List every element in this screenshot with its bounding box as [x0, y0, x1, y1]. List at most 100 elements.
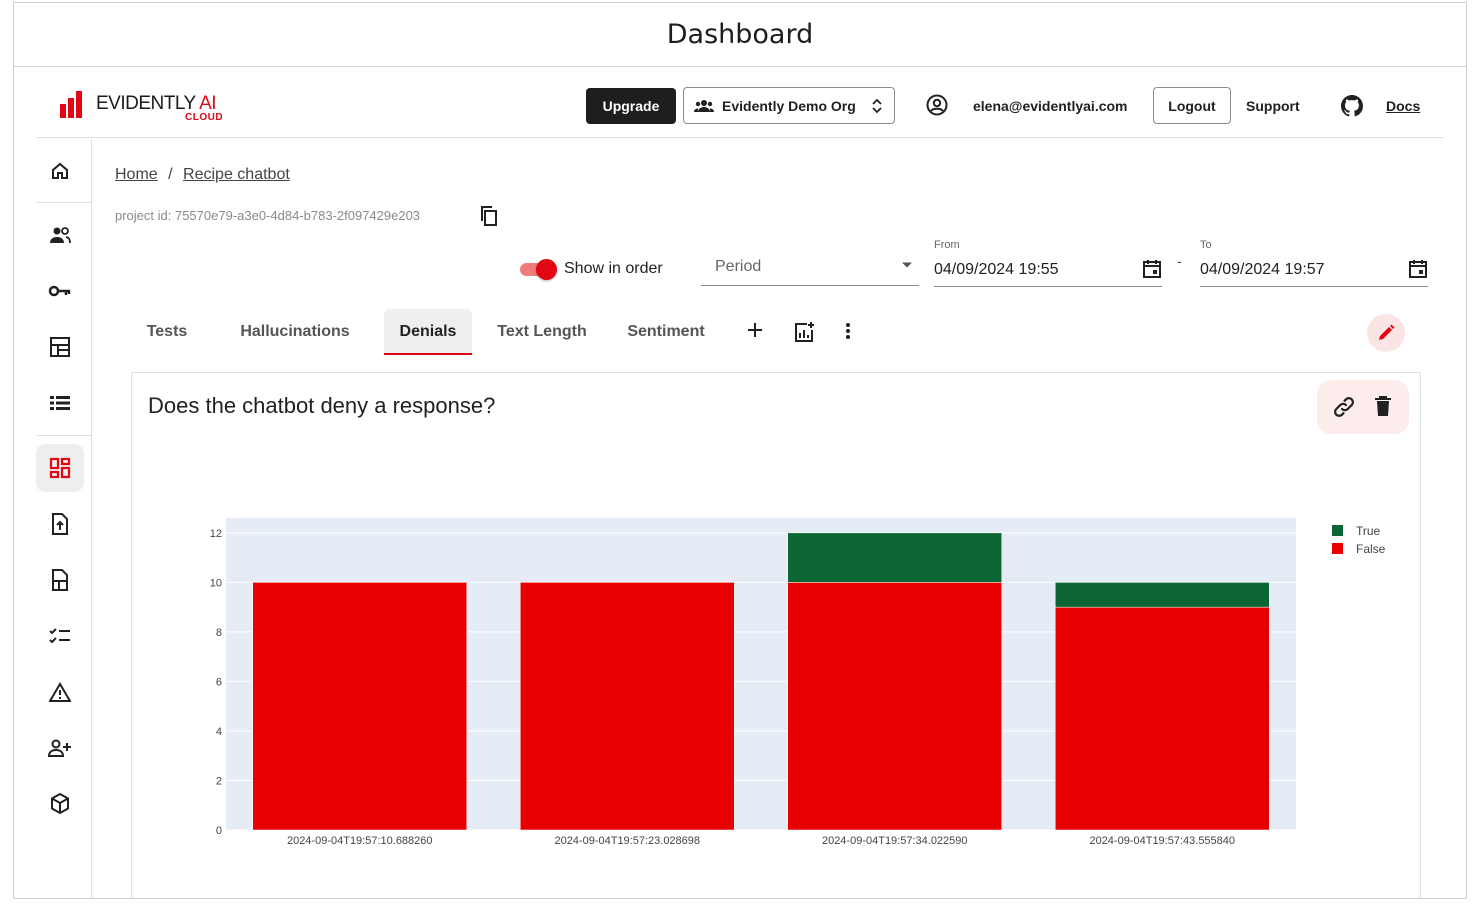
y-tick-label: 4	[216, 726, 222, 738]
bar-true	[787, 532, 1002, 583]
datasets-icon	[52, 569, 68, 591]
unfold-icon	[872, 98, 882, 113]
tab-denials[interactable]: Denials	[384, 309, 472, 355]
add-tab-icon[interactable]	[746, 321, 764, 339]
bar-false	[252, 582, 467, 831]
layout-icon	[50, 337, 70, 357]
sidebar-item-keys[interactable]	[36, 267, 84, 315]
breadcrumb-home[interactable]: Home	[115, 166, 158, 183]
to-date-field[interactable]: To 04/09/2024 19:57	[1200, 235, 1428, 287]
from-label: From	[934, 239, 960, 251]
team-icon	[694, 99, 714, 112]
period-placeholder: Period	[715, 258, 762, 275]
y-tick-label: 6	[216, 676, 222, 688]
edit-dashboard-button[interactable]	[1367, 314, 1405, 352]
period-select[interactable]: Period	[701, 249, 919, 286]
sidebar-item-users[interactable]	[36, 211, 84, 259]
bar-false	[787, 582, 1002, 831]
tab-hallucinations[interactable]: Hallucinations	[227, 309, 363, 355]
copy-icon[interactable]	[480, 206, 498, 226]
from-date-field[interactable]: From 04/09/2024 19:55	[934, 235, 1162, 287]
pencil-icon	[1379, 324, 1395, 340]
sidebar-item-packages[interactable]	[36, 780, 84, 828]
dashboard-icon	[49, 457, 71, 479]
logo-sub: CLOUD	[185, 112, 224, 123]
y-tick-label: 8	[216, 627, 222, 639]
main-content: Home / Recipe chatbot project id: 75570e…	[93, 139, 1466, 898]
breadcrumb: Home / Recipe chatbot	[115, 166, 290, 184]
x-tick-label: 2024-09-04T19:57:23.028698	[554, 835, 700, 847]
panel-title: Does the chatbot deny a response?	[148, 393, 496, 418]
breadcrumb-separator: /	[168, 166, 173, 183]
top-header: EVIDENTLY AI CLOUD Upgrade Evidently Dem…	[36, 68, 1444, 138]
add-user-icon	[48, 739, 71, 757]
y-tick-label: 12	[210, 528, 222, 540]
users-icon	[50, 227, 71, 244]
checklist-icon	[49, 628, 70, 644]
add-chart-icon[interactable]	[793, 321, 815, 343]
link-icon[interactable]	[1332, 395, 1356, 419]
window-title: Dashboard	[14, 3, 1466, 67]
y-tick-label: 2	[216, 775, 222, 787]
delete-icon[interactable]	[1374, 395, 1392, 417]
sidebar-item-dashboards[interactable]	[36, 444, 84, 492]
bar-false	[1055, 606, 1270, 831]
y-tick-label: 0	[216, 825, 222, 837]
dropdown-arrow-icon	[902, 262, 912, 268]
tab-text-length[interactable]: Text Length	[491, 309, 593, 355]
to-label: To	[1200, 239, 1212, 251]
legend-label: True	[1356, 524, 1381, 538]
legend-swatch	[1332, 525, 1343, 536]
breadcrumb-project[interactable]: Recipe chatbot	[183, 166, 290, 183]
account-icon[interactable]	[926, 94, 948, 116]
warning-icon	[49, 682, 71, 702]
date-range-separator: -	[1177, 253, 1182, 269]
to-date-value: 04/09/2024 19:57	[1200, 261, 1325, 278]
denials-bar-chart: 0 2 4 6 8 10 12 2024-09-04T19:57:10.688260 2024-…	[210, 518, 1386, 847]
sidebar	[36, 139, 92, 898]
y-tick-label: 10	[210, 577, 222, 589]
org-name: Evidently Demo Org	[722, 97, 856, 114]
org-select[interactable]: Evidently Demo Org	[683, 87, 895, 124]
key-icon	[48, 285, 71, 297]
calendar-icon[interactable]	[1408, 259, 1428, 279]
sidebar-item-layout[interactable]	[36, 323, 84, 371]
sidebar-item-alerts[interactable]	[36, 668, 84, 716]
calendar-icon[interactable]	[1142, 259, 1162, 279]
panel-actions	[1317, 380, 1409, 434]
upload-file-icon	[52, 513, 68, 535]
bar-true	[1055, 582, 1270, 608]
show-in-order-label: Show in order	[564, 260, 663, 277]
x-tick-label: 2024-09-04T19:57:10.688260	[287, 835, 433, 847]
legend-swatch	[1332, 543, 1343, 554]
legend-label: False	[1356, 542, 1386, 556]
list-icon	[50, 396, 70, 410]
user-email: elena@evidentlyai.com	[973, 98, 1128, 114]
app-window: Dashboard EVIDENTLY AI CLOUD Upgrade Evi…	[13, 2, 1467, 899]
logout-button[interactable]: Logout	[1153, 87, 1231, 124]
more-vert-icon[interactable]	[845, 322, 851, 340]
show-in-order-toggle[interactable]	[518, 259, 557, 280]
sidebar-item-datasets[interactable]	[36, 556, 84, 604]
chart-panel: Does the chatbot deny a response? 0 2 4 6 8 1…	[131, 372, 1421, 898]
tab-tests[interactable]: Tests	[131, 309, 203, 355]
home-icon	[52, 162, 68, 179]
x-tick-label: 2024-09-04T19:57:34.022590	[822, 835, 968, 847]
tab-sentiment[interactable]: Sentiment	[619, 309, 713, 355]
github-icon[interactable]	[1340, 94, 1364, 118]
from-date-value: 04/09/2024 19:55	[934, 261, 1059, 278]
support-link[interactable]: Support	[1246, 98, 1300, 114]
sidebar-item-add-user[interactable]	[36, 724, 84, 772]
sidebar-item-list[interactable]	[36, 379, 84, 427]
logo-bars-icon	[60, 88, 90, 118]
sidebar-item-tests[interactable]	[36, 612, 84, 660]
bar-false	[520, 582, 735, 831]
package-icon	[51, 793, 69, 815]
sidebar-item-home[interactable]	[36, 147, 84, 195]
upgrade-button[interactable]: Upgrade	[586, 88, 676, 124]
sidebar-item-upload[interactable]	[36, 500, 84, 548]
docs-link[interactable]: Docs	[1386, 98, 1420, 114]
x-tick-label: 2024-09-04T19:57:43.555840	[1089, 835, 1235, 847]
evidently-logo[interactable]: EVIDENTLY AI CLOUD	[60, 88, 230, 123]
project-id: project id: 75570e79-a3e0-4d84-b783-2f09…	[115, 208, 421, 223]
